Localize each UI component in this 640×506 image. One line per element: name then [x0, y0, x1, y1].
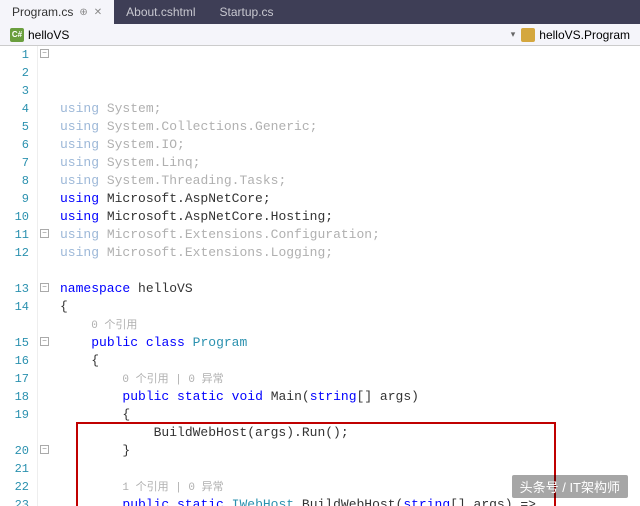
- project-name: helloVS: [28, 28, 69, 42]
- fold-icon[interactable]: −: [40, 283, 49, 292]
- tab-label: Program.cs: [12, 5, 73, 19]
- fold-column: − − − − −: [38, 46, 54, 506]
- tab-bar: Program.cs ⊕ ✕ About.cshtml Startup.cs: [0, 0, 640, 24]
- code-editor[interactable]: 1234567891011121314151617181920212223242…: [0, 46, 640, 506]
- fold-icon[interactable]: −: [40, 49, 49, 58]
- tab-startup[interactable]: Startup.cs: [208, 0, 286, 24]
- scope-selector[interactable]: helloVS.Program: [515, 28, 636, 42]
- watermark: 头条号 / IT架构师: [512, 475, 628, 498]
- code-content[interactable]: using System;using System.Collections.Ge…: [54, 46, 640, 506]
- csharp-icon: C#: [10, 28, 24, 42]
- context-bar: C# helloVS ▾ helloVS.Program: [0, 24, 640, 46]
- fold-icon[interactable]: −: [40, 229, 49, 238]
- tab-label: About.cshtml: [126, 5, 195, 19]
- tab-program[interactable]: Program.cs ⊕ ✕: [0, 0, 114, 24]
- close-icon[interactable]: ✕: [94, 7, 102, 18]
- tab-label: Startup.cs: [220, 5, 274, 19]
- project-selector[interactable]: C# helloVS: [4, 28, 75, 42]
- fold-icon[interactable]: −: [40, 445, 49, 454]
- line-number-gutter: 1234567891011121314151617181920212223242…: [0, 46, 38, 506]
- fold-icon[interactable]: −: [40, 337, 49, 346]
- scope-name: helloVS.Program: [539, 28, 630, 42]
- class-icon: [521, 28, 535, 42]
- pin-icon[interactable]: ⊕: [79, 7, 87, 18]
- tab-about[interactable]: About.cshtml: [114, 0, 207, 24]
